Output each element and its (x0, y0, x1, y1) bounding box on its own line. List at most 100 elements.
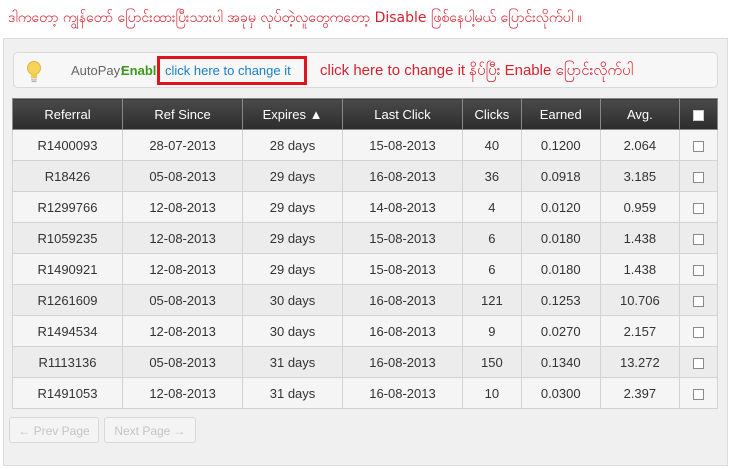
ref-since: 12-08-2013 (121, 222, 244, 254)
col-last-click[interactable]: Last Click (341, 98, 464, 130)
expires: 31 days (242, 377, 343, 409)
ref-since: 12-08-2013 (121, 191, 244, 223)
col-select (678, 98, 719, 130)
select-all-checkbox[interactable] (692, 109, 704, 121)
last-click: 15-08-2013 (341, 253, 464, 285)
earned: 0.0300 (520, 377, 601, 409)
earned: 0.1253 (520, 284, 601, 316)
expires: 29 days (242, 191, 343, 223)
last-click: 16-08-2013 (341, 315, 464, 347)
autopay-bar: AutoPay: Enable click here to change it … (13, 52, 718, 88)
last-click: 16-08-2013 (341, 160, 464, 192)
referral-id: R1491053 (12, 377, 123, 409)
row-checkbox[interactable] (692, 140, 704, 152)
change-autopay-link[interactable]: click here to change it (165, 63, 291, 78)
clicks: 10 (462, 377, 522, 409)
table-row: R1400093 28-07-2013 28 days 15-08-2013 4… (12, 129, 719, 161)
col-clicks[interactable]: Clicks (462, 98, 522, 130)
referral-id: R1261609 (12, 284, 123, 316)
row-checkbox[interactable] (692, 326, 704, 338)
expires: 30 days (242, 315, 343, 347)
row-checkbox[interactable] (692, 202, 704, 214)
ref-since: 28-07-2013 (121, 129, 244, 161)
earned: 0.0918 (520, 160, 601, 192)
next-page-button[interactable]: Next Page → (104, 417, 196, 443)
table-row: R1299766 12-08-2013 29 days 14-08-2013 4… (12, 191, 719, 223)
lightbulb-icon (27, 61, 41, 83)
referral-id: R1059235 (12, 222, 123, 254)
table-row: R1491053 12-08-2013 31 days 16-08-2013 1… (12, 377, 719, 409)
autopay-annotation: click here to change it နိပ်ပြီး Enable … (320, 62, 634, 79)
avg: 1.438 (599, 253, 680, 285)
highlight-box: click here to change it (157, 56, 307, 85)
row-checkbox[interactable] (692, 295, 704, 307)
table-row: R1059235 12-08-2013 29 days 15-08-2013 6… (12, 222, 719, 254)
prev-page-button[interactable]: ← Prev Page (9, 417, 99, 443)
col-referral[interactable]: Referral (12, 98, 123, 130)
earned: 0.0180 (520, 253, 601, 285)
clicks: 9 (462, 315, 522, 347)
avg: 2.397 (599, 377, 680, 409)
table-row: R18426 05-08-2013 29 days 16-08-2013 36 … (12, 160, 719, 192)
table-row: R1261609 05-08-2013 30 days 16-08-2013 1… (12, 284, 719, 316)
earned: 0.0180 (520, 222, 601, 254)
last-click: 16-08-2013 (341, 377, 464, 409)
earned: 0.1340 (520, 346, 601, 378)
referrals-table: Referral Ref Since Expires ▲ Last Click … (12, 98, 719, 409)
expires: 29 days (242, 160, 343, 192)
avg: 1.438 (599, 222, 680, 254)
referral-id: R1400093 (12, 129, 123, 161)
clicks: 150 (462, 346, 522, 378)
last-click: 16-08-2013 (341, 346, 464, 378)
earned: 0.1200 (520, 129, 601, 161)
referral-id: R1113136 (12, 346, 123, 378)
avg: 13.272 (599, 346, 680, 378)
last-click: 14-08-2013 (341, 191, 464, 223)
clicks: 121 (462, 284, 522, 316)
ref-since: 05-08-2013 (121, 160, 244, 192)
avg: 0.959 (599, 191, 680, 223)
earned: 0.0120 (520, 191, 601, 223)
table-row: R1113136 05-08-2013 31 days 16-08-2013 1… (12, 346, 719, 378)
row-checkbox[interactable] (692, 171, 704, 183)
avg: 2.157 (599, 315, 680, 347)
ref-since: 12-08-2013 (121, 377, 244, 409)
col-expires[interactable]: Expires ▲ (242, 98, 343, 130)
ref-since: 05-08-2013 (121, 284, 244, 316)
col-ref-since[interactable]: Ref Since (121, 98, 244, 130)
last-click: 16-08-2013 (341, 284, 464, 316)
avg: 3.185 (599, 160, 680, 192)
table-header-row: Referral Ref Since Expires ▲ Last Click … (12, 98, 719, 130)
ref-since: 05-08-2013 (121, 346, 244, 378)
expires: 28 days (242, 129, 343, 161)
col-avg[interactable]: Avg. (599, 98, 680, 130)
referral-id: R18426 (12, 160, 123, 192)
col-earned[interactable]: Earned (520, 98, 601, 130)
expires: 29 days (242, 253, 343, 285)
clicks: 6 (462, 253, 522, 285)
last-click: 15-08-2013 (341, 222, 464, 254)
expires: 29 days (242, 222, 343, 254)
clicks: 40 (462, 129, 522, 161)
clicks: 36 (462, 160, 522, 192)
row-checkbox[interactable] (692, 357, 704, 369)
expires: 31 days (242, 346, 343, 378)
autopay-label: AutoPay: (71, 63, 124, 78)
clicks: 6 (462, 222, 522, 254)
top-instruction-note: ဒါကတော့ ကျွန်တော် ပြောင်းထားပြီးသားပါ အခ… (8, 10, 582, 26)
table-row: R1490921 12-08-2013 29 days 15-08-2013 6… (12, 253, 719, 285)
row-checkbox[interactable] (692, 388, 704, 400)
table-row: R1494534 12-08-2013 30 days 16-08-2013 9… (12, 315, 719, 347)
referral-id: R1490921 (12, 253, 123, 285)
row-checkbox[interactable] (692, 233, 704, 245)
clicks: 4 (462, 191, 522, 223)
row-checkbox[interactable] (692, 264, 704, 276)
avg: 2.064 (599, 129, 680, 161)
ref-since: 12-08-2013 (121, 253, 244, 285)
referral-id: R1299766 (12, 191, 123, 223)
expires: 30 days (242, 284, 343, 316)
last-click: 15-08-2013 (341, 129, 464, 161)
ref-since: 12-08-2013 (121, 315, 244, 347)
earned: 0.0270 (520, 315, 601, 347)
referral-id: R1494534 (12, 315, 123, 347)
